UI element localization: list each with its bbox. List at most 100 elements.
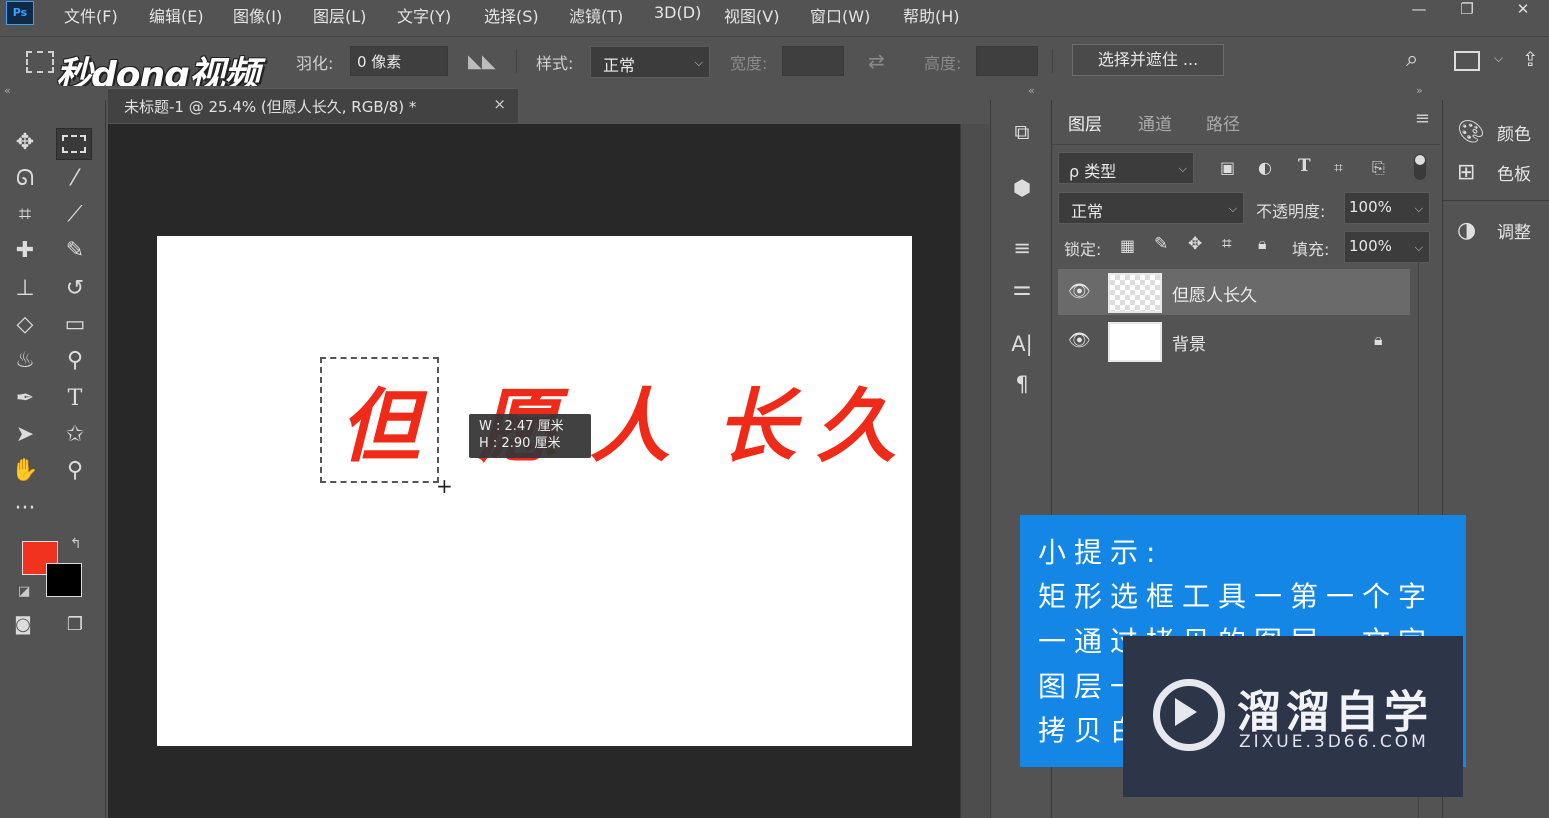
menu-layer[interactable]: 图层(L) <box>313 3 366 27</box>
dodge-tool-icon[interactable]: ⚲ <box>58 346 92 376</box>
layer-filter-select[interactable]: ρ 类型 ⌵ <box>1058 152 1194 184</box>
rect-marquee-tool-icon[interactable] <box>56 128 92 160</box>
history-icon[interactable]: ⧉ <box>1003 120 1041 150</box>
collapse-arrows-icon[interactable]: « <box>1028 84 1035 97</box>
character-icon[interactable]: A| <box>1003 332 1041 362</box>
restore-button[interactable]: ❐ <box>1452 0 1482 18</box>
collapse-arrows-icon[interactable]: « <box>4 84 11 97</box>
menu-filter[interactable]: 滤镜(T) <box>569 3 623 27</box>
lock-paint-icon[interactable]: ✎ <box>1154 234 1168 254</box>
filter-adjust-icon[interactable]: ◐ <box>1258 158 1272 177</box>
pen-tool-icon[interactable]: ✒ <box>8 384 42 414</box>
brand-name: 溜溜自学 <box>1237 687 1433 738</box>
lasso-tool-icon[interactable]: ᘏ <box>8 164 42 194</box>
tab-paths[interactable]: 路径 <box>1206 110 1240 135</box>
layer-name[interactable]: 但愿人长久 <box>1172 281 1257 306</box>
menu-select[interactable]: 选择(S) <box>484 3 539 27</box>
path-select-icon[interactable]: ➤ <box>8 420 42 450</box>
menu-type[interactable]: 文字(Y) <box>397 3 451 27</box>
quick-mask-icon[interactable]: ◙ <box>6 610 40 640</box>
eyedropper-icon[interactable]: ⟋ <box>58 200 92 230</box>
fill-input[interactable]: 100% ⌵ <box>1344 231 1430 263</box>
gradient-tool-icon[interactable]: ▭ <box>58 310 92 340</box>
lock-position-icon[interactable]: ✥ <box>1188 234 1202 254</box>
canvas-char: 长 <box>716 379 796 473</box>
style-select[interactable]: 正常 ⌵ <box>590 46 710 78</box>
panel-menu-icon[interactable]: ≡ <box>1415 108 1430 129</box>
brush-settings-icon[interactable]: ≡ <box>1003 236 1041 266</box>
close-icon[interactable]: × <box>493 95 506 113</box>
swap-icon[interactable]: ⇄ <box>868 49 885 73</box>
tab-channels[interactable]: 通道 <box>1138 110 1172 135</box>
stamp-tool-icon[interactable]: ⊥ <box>8 274 42 304</box>
expand-arrows-icon[interactable]: » <box>1416 84 1423 97</box>
move-tool-icon[interactable]: ✥ <box>8 128 42 158</box>
brand-url: ZIXUE.3D66.COM <box>1239 732 1429 752</box>
eye-icon[interactable]: 👁︎ <box>1068 330 1091 351</box>
filter-shape-icon[interactable]: ⌗ <box>1334 158 1343 178</box>
color-panel-button[interactable]: 🎨︎ 颜色 <box>1457 120 1531 145</box>
height-input[interactable] <box>976 46 1038 76</box>
3d-icon[interactable]: ⬢ <box>1003 176 1041 206</box>
document-tab[interactable]: 未标题-1 @ 25.4% (但愿人长久, RGB/8) * × <box>108 88 518 123</box>
menu-window[interactable]: 窗口(W) <box>810 3 870 27</box>
properties-icon[interactable]: ⚌ <box>1003 276 1041 306</box>
brush-tool-icon[interactable]: ✎ <box>58 236 92 266</box>
share-icon[interactable]: ⇪ <box>1522 47 1539 71</box>
lock-all-icon[interactable]: 🔒︎ <box>1258 234 1267 254</box>
filter-toggle[interactable] <box>1414 154 1426 180</box>
more-tools-icon[interactable]: ··· <box>8 494 42 524</box>
eye-icon[interactable]: 👁︎ <box>1068 281 1091 302</box>
background-color-swatch[interactable] <box>46 563 82 597</box>
default-colors-icon[interactable]: ◪ <box>18 584 30 599</box>
lock-transparent-icon[interactable]: ▦ <box>1120 236 1135 255</box>
history-brush-icon[interactable]: ↺ <box>58 274 92 304</box>
zoom-tool-icon[interactable]: ⚲ <box>58 456 92 486</box>
filter-smart-object-icon[interactable]: ⎘ <box>1372 158 1385 178</box>
adjustments-panel-button[interactable]: ◑ 调整 <box>1457 218 1531 243</box>
menu-image[interactable]: 图像(I) <box>233 3 282 27</box>
swap-colors-icon[interactable]: ↰ <box>70 536 82 552</box>
type-tool-icon[interactable]: T <box>58 384 92 414</box>
antialias-icon[interactable]: ◣◣ <box>468 51 496 72</box>
menu-3d[interactable]: 3D(D) <box>654 3 701 22</box>
close-button[interactable]: ✕ <box>1508 0 1538 18</box>
menu-view[interactable]: 视图(V) <box>724 3 779 27</box>
chevron-down-icon[interactable]: ⌵ <box>1494 51 1503 66</box>
hand-tool-icon[interactable]: ✋ <box>8 456 42 486</box>
canvas-scrollbar[interactable] <box>960 124 989 818</box>
swatches-panel-button[interactable]: ⊞ 色板 <box>1457 160 1531 185</box>
screen-mode-icon[interactable]: ❐ <box>58 610 92 640</box>
filter-pixel-icon[interactable]: ▣ <box>1220 158 1235 177</box>
style-value: 正常 <box>603 56 636 75</box>
select-and-mask-button[interactable]: 选择并遮住 ... <box>1072 44 1224 76</box>
blur-tool-icon[interactable]: ♨ <box>8 346 42 376</box>
feather-input[interactable]: 0 像素 <box>350 46 448 76</box>
blend-mode-select[interactable]: 正常 ⌵ <box>1058 192 1244 224</box>
healing-brush-icon[interactable]: ✚ <box>8 236 42 266</box>
lock-artboard-icon[interactable]: ⌗ <box>1222 234 1232 254</box>
selection-marquee[interactable] <box>320 357 439 483</box>
lock-icon: 🔒︎ <box>1374 330 1383 349</box>
opacity-input[interactable]: 100% ⌵ <box>1344 192 1430 224</box>
tab-layers[interactable]: 图层 <box>1068 110 1102 135</box>
menu-help[interactable]: 帮助(H) <box>903 3 960 27</box>
search-icon[interactable]: ⌕ <box>1406 47 1418 72</box>
layer-row-text[interactable]: 👁︎ 但愿人长久 <box>1058 269 1410 315</box>
workspace-icon[interactable] <box>1454 51 1480 71</box>
menu-bar: Ps 文件(F) 编辑(E) 图像(I) 图层(L) 文字(Y) 选择(S) 滤… <box>0 0 1549 30</box>
menu-file[interactable]: 文件(F) <box>64 3 118 27</box>
layer-row-background[interactable]: 👁︎ 背景 🔒︎ <box>1058 318 1410 364</box>
menu-edit[interactable]: 编辑(E) <box>149 3 204 27</box>
minimize-button[interactable]: — <box>1404 0 1434 18</box>
rect-marquee-option-icon[interactable] <box>26 51 54 73</box>
crop-tool-icon[interactable]: ⌗ <box>8 200 42 230</box>
width-input[interactable] <box>782 46 844 76</box>
paragraph-icon[interactable]: ¶ <box>1003 372 1041 402</box>
magic-wand-icon[interactable]: ⁄ <box>58 164 92 194</box>
document-canvas[interactable] <box>157 236 912 746</box>
filter-type-icon[interactable]: T <box>1298 156 1311 176</box>
shape-tool-icon[interactable]: ✩ <box>58 420 92 450</box>
eraser-tool-icon[interactable]: ◇ <box>8 310 42 340</box>
layer-name[interactable]: 背景 <box>1172 330 1206 355</box>
